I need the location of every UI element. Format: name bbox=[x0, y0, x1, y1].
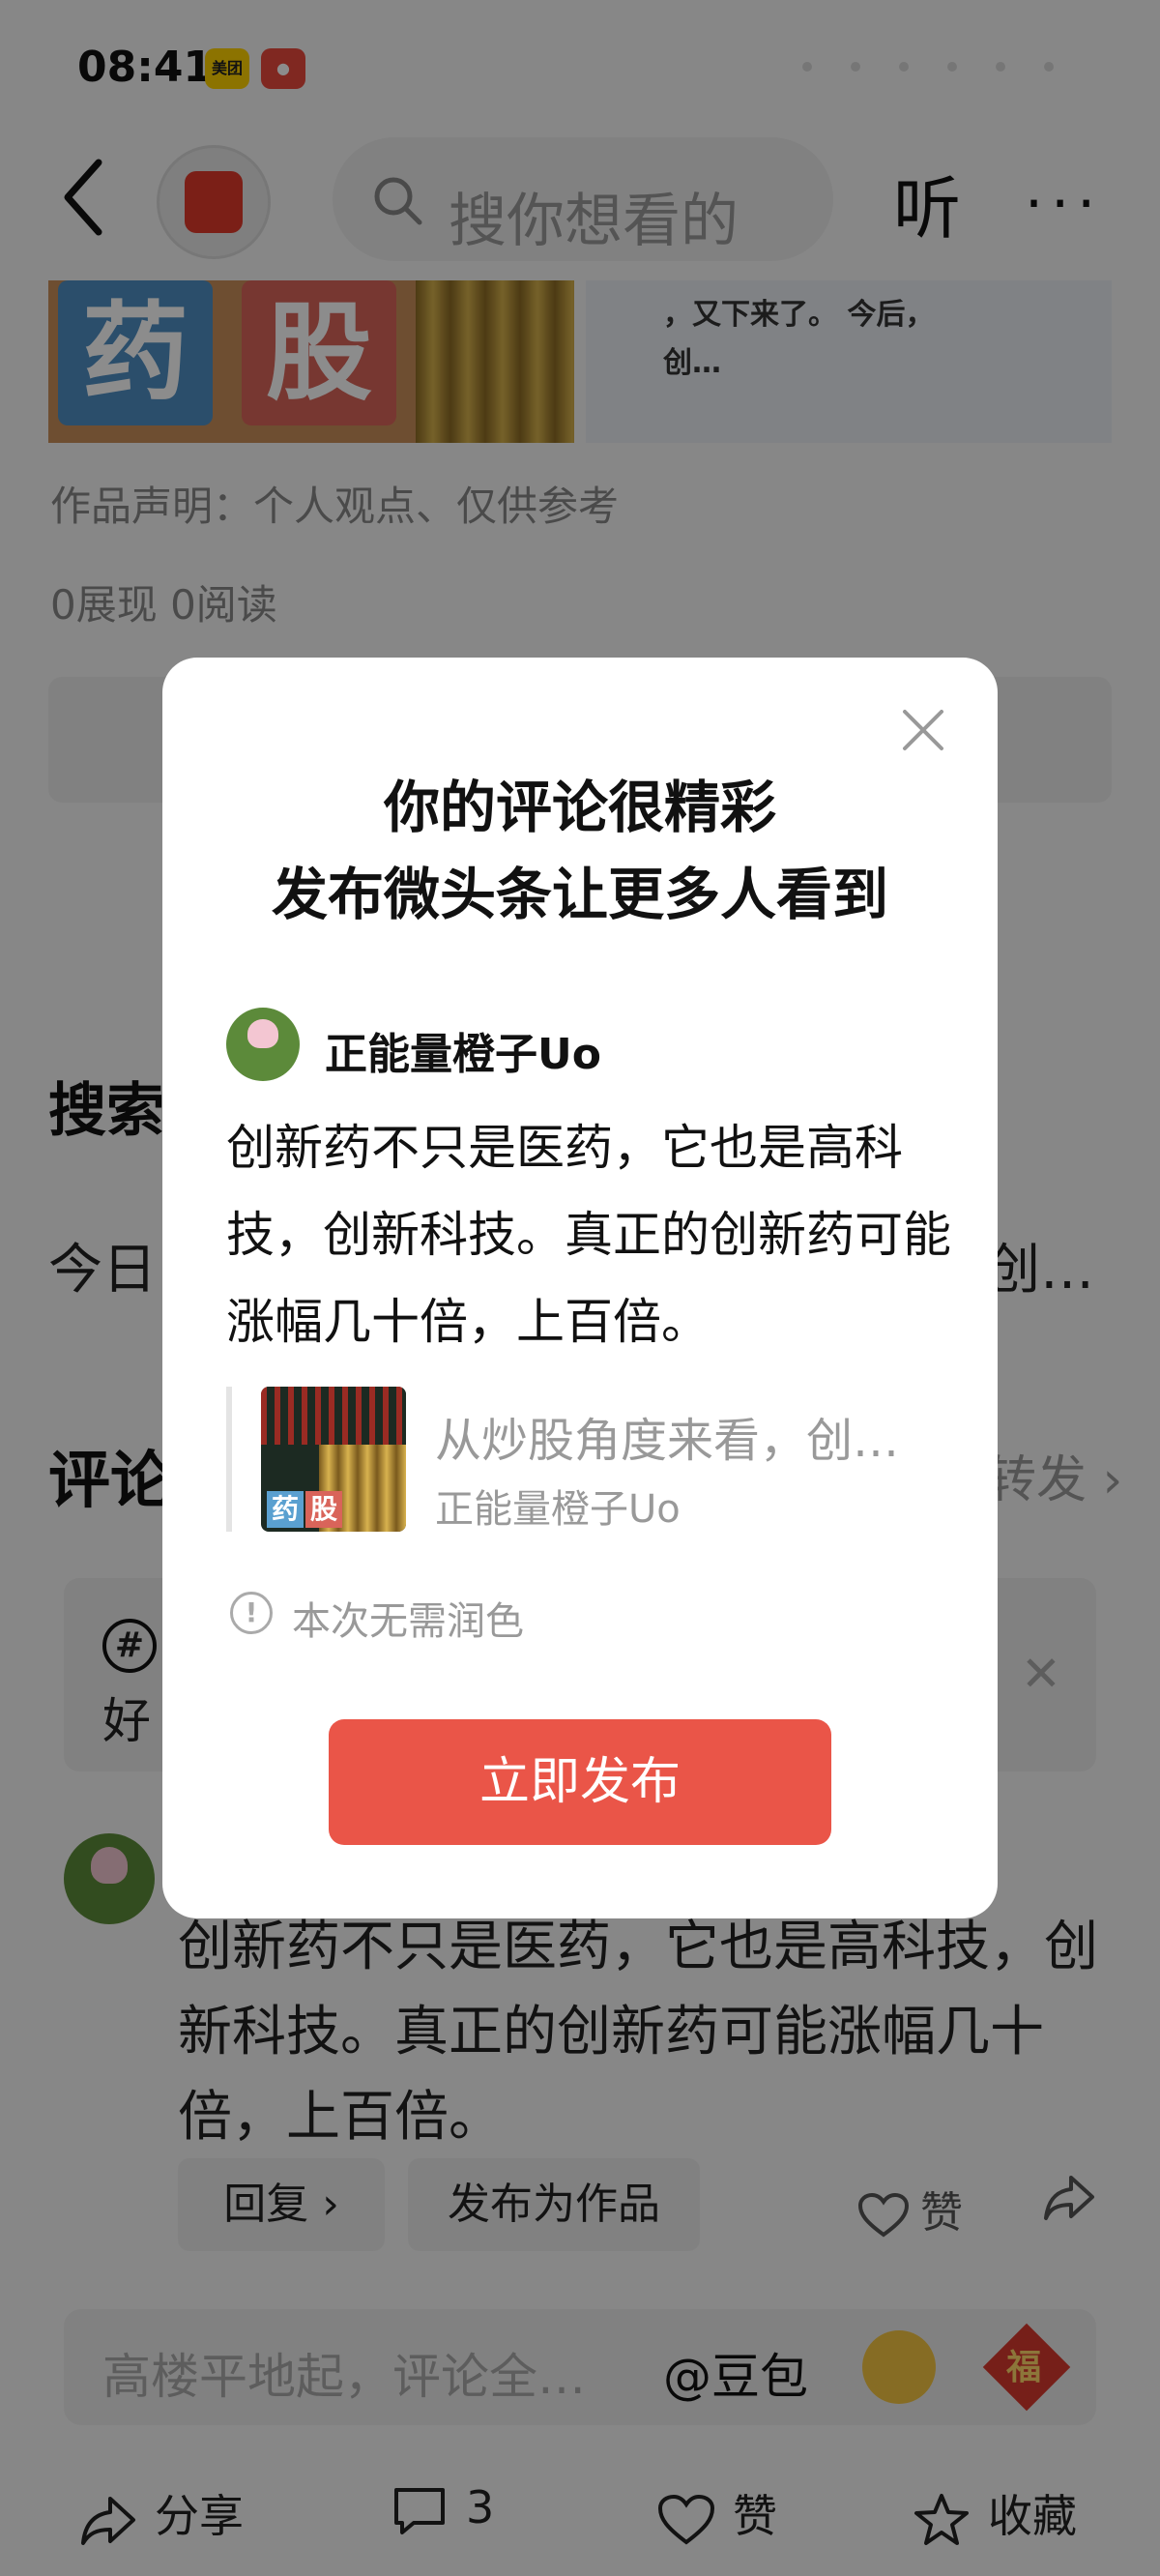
publish-dialog: 你的评论很精彩 发布微头条让更多人看到 正能量橙子Uo 创新药不只是医药，它也是… bbox=[162, 658, 998, 1918]
thumb-char-gu: 股 bbox=[305, 1491, 342, 1528]
dialog-title-line-2: 发布微头条让更多人看到 bbox=[271, 862, 888, 927]
polish-hint: 本次无需润色 bbox=[292, 1599, 524, 1644]
close-icon[interactable] bbox=[899, 706, 947, 754]
thumb-char-yao: 药 bbox=[267, 1491, 304, 1528]
info-icon: ! bbox=[230, 1592, 273, 1634]
quoted-article-thumbnail: 药 股 bbox=[261, 1387, 406, 1532]
dialog-title-line-1: 你的评论很精彩 bbox=[383, 775, 776, 840]
dialog-comment-body: 创新药不只是医药，它也是高科技，创新科技。真正的创新药可能涨幅几十倍，上百倍。 bbox=[226, 1120, 951, 1350]
user-avatar bbox=[226, 1008, 300, 1081]
quoted-article-author: 正能量橙子Uo bbox=[435, 1487, 681, 1532]
quoted-article-title: 从炒股角度来看，创… bbox=[435, 1414, 900, 1468]
username: 正能量橙子Uo bbox=[325, 1030, 601, 1079]
publish-now-button[interactable]: 立即发布 bbox=[329, 1719, 831, 1845]
quoted-article[interactable]: 药 股 从炒股角度来看，创… 正能量橙子Uo bbox=[226, 1387, 945, 1532]
